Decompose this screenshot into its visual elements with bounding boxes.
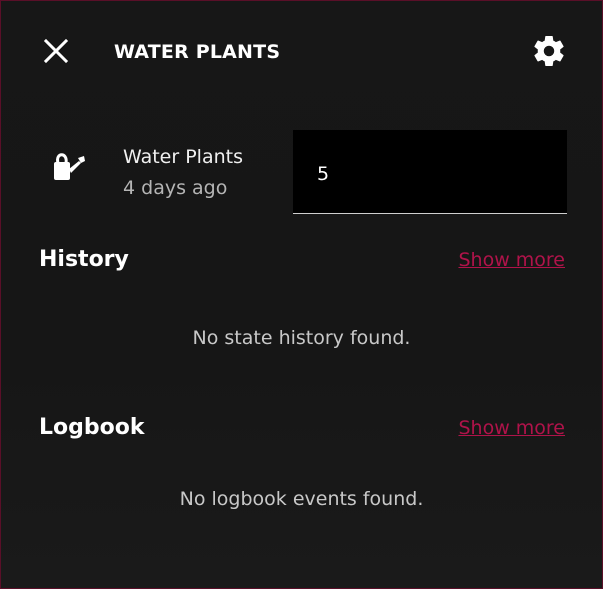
- history-title: History: [39, 247, 129, 272]
- entity-name: Water Plants: [123, 146, 243, 168]
- settings-button[interactable]: [531, 33, 567, 69]
- entity-last-changed[interactable]: 4 days ago: [123, 177, 227, 199]
- logbook-empty-message: No logbook events found.: [179, 488, 424, 510]
- history-empty-message: No state history found.: [192, 327, 411, 349]
- entity-row: Water Plants 4 days ago 5: [1, 129, 602, 215]
- more-info-dialog: WATER PLANTS Water Plants 4 days ago 5 H…: [0, 0, 603, 589]
- value-input[interactable]: 5: [293, 130, 567, 214]
- value-input-text[interactable]: 5: [317, 163, 329, 185]
- history-show-more-link[interactable]: Show more: [458, 249, 565, 271]
- logbook-title: Logbook: [39, 415, 145, 440]
- close-icon: [43, 38, 69, 64]
- gear-icon: [534, 36, 564, 66]
- watering-can-icon: [51, 149, 87, 183]
- close-button[interactable]: [41, 36, 71, 66]
- dialog-title: WATER PLANTS: [114, 41, 281, 63]
- dialog-header: WATER PLANTS: [1, 1, 602, 101]
- logbook-show-more-link[interactable]: Show more: [458, 417, 565, 439]
